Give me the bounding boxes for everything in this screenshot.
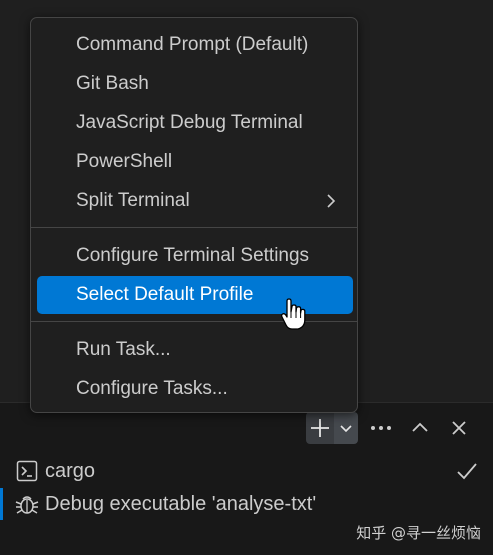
maximize-panel-button[interactable] — [406, 412, 434, 444]
menu-item-javascript-debug-terminal[interactable]: JavaScript Debug Terminal — [37, 104, 353, 142]
menu-item-label: Configure Terminal Settings — [76, 245, 310, 266]
plus-icon — [311, 419, 329, 437]
menu-item-label: PowerShell — [76, 151, 173, 172]
menu-item-label: JavaScript Debug Terminal — [76, 112, 303, 133]
menu-item-git-bash[interactable]: Git Bash — [37, 65, 353, 103]
menu-item-configure-tasks[interactable]: Configure Tasks... — [37, 370, 353, 408]
chevron-down-icon — [340, 425, 352, 433]
new-terminal-button[interactable] — [306, 412, 334, 444]
vscode-window: cargo Debug executable 'analyse-txt' 知乎 … — [0, 0, 493, 555]
terminal-profiles-dropdown[interactable] — [334, 412, 358, 444]
chevron-right-icon — [323, 192, 339, 216]
more-actions-button[interactable] — [367, 412, 395, 444]
menu-item-label: Split Terminal — [76, 190, 190, 211]
menu-item-label: Git Bash — [76, 73, 149, 94]
menu-item-command-prompt[interactable]: Command Prompt (Default) — [37, 26, 353, 64]
menu-item-label: Select Default Profile — [76, 284, 254, 305]
ellipsis-icon — [371, 426, 391, 430]
terminal-icon — [15, 459, 39, 483]
debug-icon — [15, 492, 39, 516]
menu-separator — [31, 321, 357, 322]
terminal-item-debug[interactable]: Debug executable 'analyse-txt' — [0, 488, 493, 520]
menu-item-split-terminal[interactable]: Split Terminal — [37, 182, 353, 220]
terminal-item-label: Debug executable 'analyse-txt' — [45, 492, 317, 515]
terminal-profile-menu: Command Prompt (Default) Git Bash JavaSc… — [30, 17, 358, 413]
menu-item-label: Run Task... — [76, 339, 171, 360]
menu-separator — [31, 227, 357, 228]
menu-item-label: Command Prompt (Default) — [76, 34, 309, 55]
close-panel-button[interactable] — [445, 412, 473, 444]
chevron-up-icon — [412, 422, 428, 432]
terminal-item-label: cargo — [45, 459, 96, 482]
close-icon — [452, 421, 466, 435]
menu-item-label: Configure Tasks... — [76, 378, 228, 399]
terminal-item-cargo[interactable]: cargo — [0, 455, 493, 487]
check-icon — [456, 460, 478, 488]
watermark: 知乎 @寻一丝烦恼 — [356, 524, 481, 542]
menu-item-configure-terminal-settings[interactable]: Configure Terminal Settings — [37, 237, 353, 275]
hand-pointer-cursor-icon — [280, 298, 308, 337]
menu-item-powershell[interactable]: PowerShell — [37, 143, 353, 181]
